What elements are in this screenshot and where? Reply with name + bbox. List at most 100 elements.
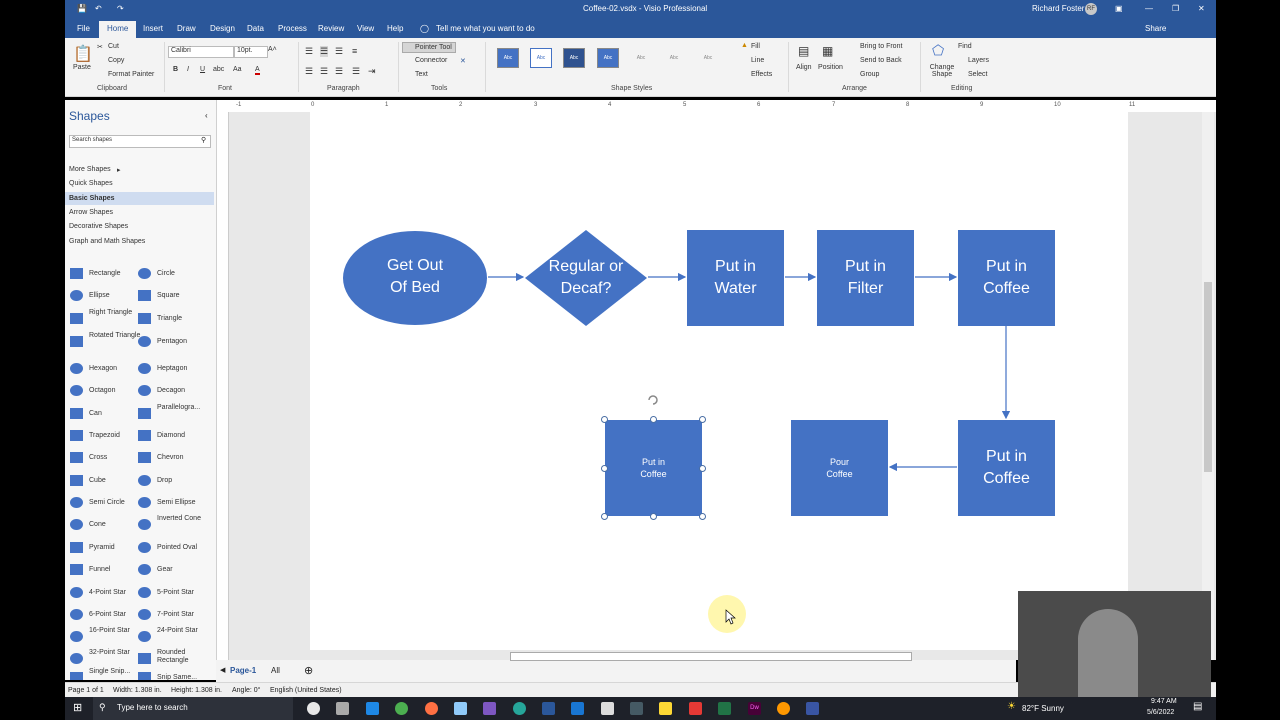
page-tab[interactable]: Page-1 [230,666,256,675]
shape-get-out-of-bed[interactable]: Get Out Of Bed [355,255,475,299]
clock-time[interactable]: 9:47 AM [1151,698,1177,705]
trapezoid-icon[interactable] [70,430,83,441]
shape-item-label[interactable]: 24-Point Star [157,627,209,635]
windows-start-icon[interactable]: ⊞ [73,701,82,714]
inverted-cone-icon[interactable] [138,519,151,530]
shape-item-label[interactable]: Inverted Cone [157,515,209,523]
heptagon-icon[interactable] [138,363,151,374]
shape-item-label[interactable]: Cross [89,454,141,462]
selection-handle[interactable] [601,416,608,423]
shape-item-label[interactable]: Right Triangle [89,309,141,317]
status-language[interactable]: English (United States) [270,687,342,694]
word-icon[interactable] [542,702,555,715]
dreamweaver-icon[interactable]: Dw [748,702,761,715]
shape-put-in-coffee-selected[interactable]: Put in Coffee [605,420,702,516]
edge-icon[interactable] [513,702,526,715]
shape-item-label[interactable]: Semi Ellipse [157,499,209,507]
selection-handle[interactable] [699,465,706,472]
shape-item-label[interactable]: Square [157,292,209,300]
octagon-icon[interactable] [70,385,83,396]
taskbar-search-box[interactable]: ⚲ Type here to search [93,697,293,720]
shape-put-in-coffee[interactable]: Put in Coffee [958,230,1055,326]
shape-item-label[interactable]: Pentagon [157,338,209,346]
shape-item-label[interactable]: 5-Point Star [157,589,209,597]
visual-studio-icon[interactable] [483,702,496,715]
7-point-star-icon[interactable] [138,609,151,620]
add-page-icon[interactable]: ⊕ [304,664,313,677]
4-point-star-icon[interactable] [70,587,83,598]
chevron-icon[interactable] [138,452,151,463]
5-point-star-icon[interactable] [138,587,151,598]
status-page[interactable]: Page 1 of 1 [68,687,104,694]
32-point-star-icon[interactable] [70,653,83,664]
shape-item-label[interactable]: Drop [157,477,209,485]
can-icon[interactable] [70,408,83,419]
semi-ellipse-icon[interactable] [138,497,151,508]
square-icon[interactable] [138,290,151,301]
task-view-icon[interactable] [336,702,349,715]
gear-icon[interactable] [138,564,151,575]
funnel-icon[interactable] [70,564,83,575]
shape-item-label[interactable]: 6-Point Star [89,611,141,619]
cortana-icon[interactable] [307,702,320,715]
24-point-star-icon[interactable] [138,631,151,642]
app-icon[interactable] [689,702,702,715]
selection-handle[interactable] [601,465,608,472]
shape-item-label[interactable]: Cone [89,521,141,529]
cross-icon[interactable] [70,452,83,463]
rounded-rectangle-icon[interactable] [138,653,151,664]
shape-item-label[interactable]: Heptagon [157,365,209,373]
shape-pour-coffee[interactable]: Pour Coffee [791,420,888,516]
shape-item-label[interactable]: Semi Circle [89,499,141,507]
notification-icon[interactable]: ▤ [1193,701,1202,712]
shape-item-label[interactable]: Can [89,410,141,418]
app-icon[interactable] [454,702,467,715]
shape-item-label[interactable]: Rectangle [89,270,141,278]
parallelogra-icon[interactable] [138,408,151,419]
weather-text[interactable]: 82°F Sunny [1022,704,1064,713]
shape-item-label[interactable]: Hexagon [89,365,141,373]
shape-item-label[interactable]: 7-Point Star [157,611,209,619]
shape-item-label[interactable]: Rotated Triangle [89,332,141,340]
app-icon[interactable] [777,702,790,715]
16-point-star-icon[interactable] [70,631,83,642]
shape-item-label[interactable]: Parallelogra... [157,404,209,412]
6-point-star-icon[interactable] [70,609,83,620]
shape-regular-or-decaf[interactable]: Regular or Decaf? [540,256,632,300]
shape-item-label[interactable]: Rounded Rectangle [157,649,209,665]
ellipse-icon[interactable] [70,290,83,301]
shape-item-label[interactable]: Ellipse [89,292,141,300]
circle-icon[interactable] [138,268,151,279]
shape-item-label[interactable]: Chevron [157,454,209,462]
rotated-triangle-icon[interactable] [70,336,83,347]
shape-put-in-coffee-2[interactable]: Put in Coffee [958,420,1055,516]
all-pages-tab[interactable]: All [271,666,280,675]
shape-item-label[interactable]: 32-Point Star [89,649,141,657]
decagon-icon[interactable] [138,385,151,396]
shape-put-in-filter[interactable]: Put in Filter [817,230,914,326]
shape-item-label[interactable]: Decagon [157,387,209,395]
shape-item-label[interactable]: 16-Point Star [89,627,141,635]
shape-item-label[interactable]: Cube [89,477,141,485]
right-triangle-icon[interactable] [70,313,83,324]
shape-item-label[interactable]: Gear [157,566,209,574]
shape-item-label[interactable]: Snip Same... [157,674,209,680]
drop-icon[interactable] [138,475,151,486]
pentagon-icon[interactable] [138,336,151,347]
shape-item-label[interactable]: Trapezoid [89,432,141,440]
selection-handle[interactable] [699,416,706,423]
shape-item-label[interactable]: Octagon [89,387,141,395]
triangle-icon[interactable] [138,313,151,324]
mail-icon[interactable] [366,702,379,715]
single-snip-icon[interactable] [70,672,83,680]
file-explorer-icon[interactable] [659,702,672,715]
weather-icon[interactable]: ☀ [1007,701,1016,712]
rectangle-icon[interactable] [70,268,83,279]
selection-handle[interactable] [601,513,608,520]
ie-icon[interactable] [571,702,584,715]
shape-put-in-water[interactable]: Put in Water [687,230,784,326]
shape-item-label[interactable]: Triangle [157,315,209,323]
store-icon[interactable] [601,702,614,715]
selection-handle[interactable] [650,416,657,423]
rotate-handle-icon[interactable] [648,395,658,405]
